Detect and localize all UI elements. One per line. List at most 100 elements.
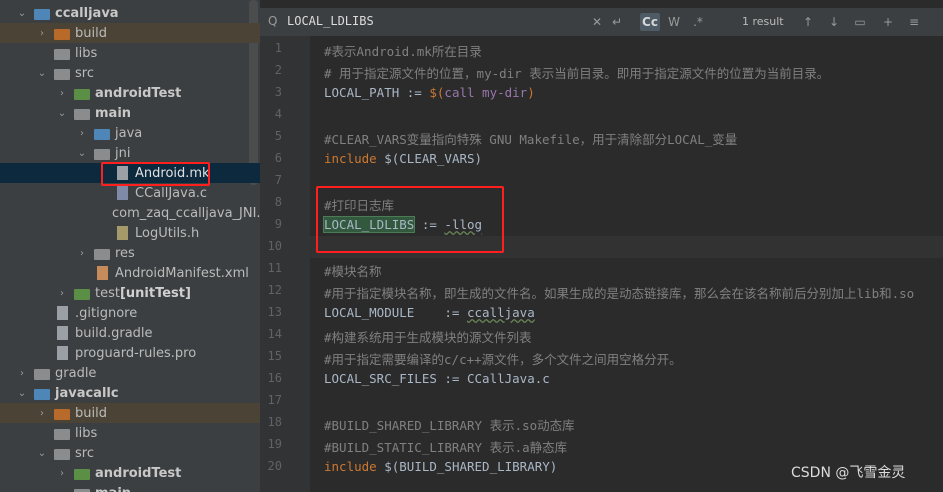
chevron-down-icon[interactable]: ⌄ [56, 487, 68, 492]
tree-item[interactable]: CCallJava.c [0, 183, 260, 203]
file-icon [57, 326, 68, 340]
line-number: 5 [274, 129, 282, 143]
line-number: 8 [274, 195, 282, 209]
chevron-right-icon[interactable]: › [56, 467, 68, 479]
tree-item-label: proguard-rules.pro [75, 345, 197, 361]
chevron-right-icon[interactable]: › [36, 407, 48, 419]
code-line[interactable]: LOCAL_PATH := $(call my-dir) [324, 85, 535, 100]
tree-item[interactable]: ⌄ main [0, 103, 260, 123]
match-case-toggle[interactable]: Cc [640, 13, 660, 31]
tree-item[interactable]: ⌄ jni [0, 143, 260, 163]
folder-icon [94, 148, 110, 160]
chevron-right-icon[interactable]: › [16, 367, 28, 379]
tree-item-label: .gitignore [75, 305, 138, 321]
chevron-down-icon[interactable]: ⌄ [36, 67, 48, 79]
chevron-right-icon[interactable]: › [56, 87, 68, 99]
chevron-right-icon[interactable]: › [56, 287, 68, 299]
tree-item-suffix: [unitTest] [119, 285, 191, 301]
tree-item[interactable]: › androidTest [0, 83, 260, 103]
line-number: 1 [274, 41, 282, 55]
tree-item[interactable]: libs [0, 43, 260, 63]
code-line[interactable]: include $(CLEAR_VARS) [324, 151, 482, 166]
folder-icon [54, 428, 70, 440]
chevron-right-icon[interactable]: › [36, 27, 48, 39]
tree-item[interactable]: ⌄ src [0, 63, 260, 83]
chevron-right-icon[interactable]: › [76, 247, 88, 259]
file-icon [57, 346, 68, 360]
tree-item-label: LogUtils.h [135, 225, 200, 241]
tree-item[interactable]: › build [0, 403, 260, 423]
next-occurrence-icon[interactable]: ↓ [826, 13, 842, 31]
chevron-right-icon[interactable]: › [76, 127, 88, 139]
file-icon [57, 306, 68, 320]
code-line[interactable]: #CLEAR_VARS变量指向特殊 GNU Makefile，用于清除部分LOC… [324, 129, 737, 148]
line-number: 18 [267, 415, 282, 429]
line-number: 7 [274, 173, 282, 187]
tree-item[interactable]: com_zaq_ccalljava_JNI. [0, 203, 260, 223]
line-number: 13 [267, 305, 282, 319]
tree-item[interactable]: › androidTest [0, 463, 260, 483]
tree-item[interactable]: ⌄ ccalljava [0, 3, 260, 23]
tree-item[interactable]: › java [0, 123, 260, 143]
previous-occurrence-icon[interactable]: ↑ [800, 13, 816, 31]
words-toggle[interactable]: W [666, 13, 682, 31]
find-bar: Q LOCAL_LDLIBS ✕ ↵ Cc W .* 1 result ↑ ↓ … [260, 8, 943, 37]
search-icon[interactable]: Q [268, 14, 277, 28]
project-tree: ⌄ ccalljava › build libs ⌄ src › androidTest ⌄ mai… [0, 0, 260, 492]
tree-item[interactable]: ⌄ main [0, 483, 260, 492]
filter-icon[interactable]: ≡ [906, 13, 922, 31]
tree-item[interactable]: › build [0, 23, 260, 43]
tree-item[interactable]: .gitignore [0, 303, 260, 323]
tree-item-label: src [75, 445, 94, 461]
chevron-down-icon[interactable]: ⌄ [16, 387, 28, 399]
search-input[interactable]: LOCAL_LDLIBS [287, 14, 374, 28]
tree-item[interactable]: build.gradle [0, 323, 260, 343]
tree-item[interactable]: AndroidManifest.xml [0, 263, 260, 283]
code-line[interactable]: #模块名称 [324, 261, 382, 280]
tree-item-label: com_zaq_ccalljava_JNI. [112, 205, 260, 221]
code-line[interactable]: #用于指定需要编译的c/c++源文件，多个文件之间用空格分开。 [324, 349, 682, 368]
tree-item[interactable]: proguard-rules.pro [0, 343, 260, 363]
chevron-down-icon[interactable]: ⌄ [56, 107, 68, 119]
select-all-icon[interactable]: ▭ [852, 13, 868, 31]
tree-item[interactable]: ⌄ src [0, 443, 260, 463]
tree-item[interactable]: › test [unitTest] [0, 283, 260, 303]
add-occurrence-icon[interactable]: + [880, 13, 896, 31]
file-icon [117, 226, 128, 240]
code-line[interactable]: #BUILD_SHARED_LIBRARY 表示.so动态库 [324, 415, 575, 434]
code-line[interactable]: #用于指定模块名称，即生成的文件名。如果生成的是动态链接库，那么会在该名称前后分… [324, 283, 914, 302]
folder-icon [54, 68, 70, 80]
watermark: CSDN @飞雪金灵 [791, 465, 906, 481]
code-line[interactable]: LOCAL_MODULE := ccalljava [324, 305, 535, 320]
tree-item-label: main [95, 486, 131, 492]
folder-icon [74, 468, 90, 480]
clear-icon[interactable]: ✕ [590, 13, 604, 31]
chevron-down-icon[interactable]: ⌄ [36, 447, 48, 459]
code-line[interactable]: #BUILD_STATIC_LIBRARY 表示.a静态库 [324, 437, 567, 456]
folder-icon [74, 88, 90, 100]
code-line[interactable]: #表示Android.mk所在目录 [324, 41, 482, 60]
folder-icon [34, 368, 50, 380]
newline-icon[interactable]: ↵ [610, 13, 624, 31]
tree-item[interactable]: LogUtils.h [0, 223, 260, 243]
code-line[interactable]: LOCAL_SRC_FILES := CCallJava.c [324, 371, 550, 386]
tree-item[interactable]: libs [0, 423, 260, 443]
tree-item[interactable]: › res [0, 243, 260, 263]
code-editor[interactable]: #表示Android.mk所在目录 # 用于指定源文件的位置，my-dir 表示当… [310, 36, 943, 492]
chevron-down-icon[interactable]: ⌄ [16, 7, 28, 19]
search-result-count: 1 result [742, 15, 784, 28]
tree-item[interactable]: ⌄ javacallc [0, 383, 260, 403]
line-number: 14 [267, 327, 282, 341]
code-line[interactable]: #构建系统用于生成模块的源文件列表 [324, 327, 532, 346]
tree-item[interactable]: › gradle [0, 363, 260, 383]
chevron-down-icon[interactable]: ⌄ [76, 147, 88, 159]
line-number: 4 [274, 107, 282, 121]
tree-item-label: libs [75, 45, 98, 61]
module-icon [34, 8, 50, 20]
code-line[interactable]: # 用于指定源文件的位置，my-dir 表示当前目录。即用于指定源文件的位置为当… [324, 63, 829, 82]
regex-toggle[interactable]: .* [690, 13, 706, 31]
code-line[interactable]: include $(BUILD_SHARED_LIBRARY) [324, 459, 557, 474]
